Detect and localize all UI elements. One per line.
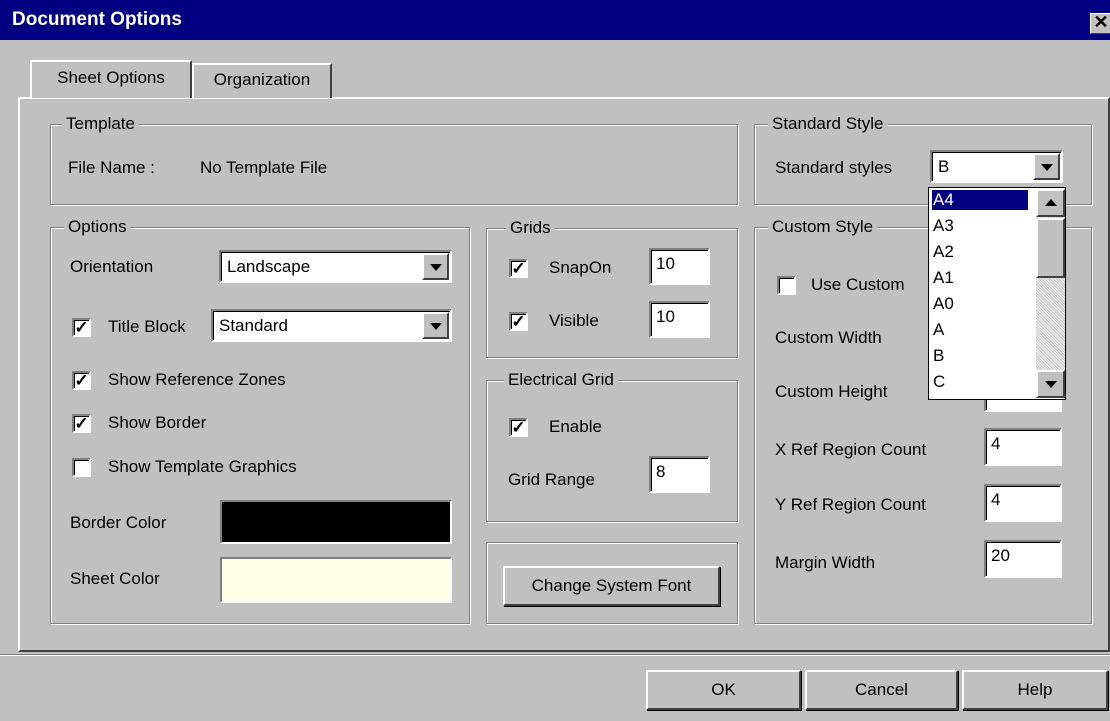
scroll-up-button[interactable] bbox=[1036, 189, 1065, 217]
border-color-swatch[interactable] bbox=[220, 500, 452, 544]
options-group-label: Options bbox=[64, 217, 131, 237]
check-icon: ✓ bbox=[511, 418, 526, 437]
enable-label: Enable bbox=[549, 417, 602, 436]
y-ref-region-count-label: Y Ref Region Count bbox=[775, 495, 926, 514]
enable-checkbox[interactable]: ✓ bbox=[509, 418, 528, 437]
orientation-value: Landscape bbox=[227, 257, 311, 276]
x-ref-region-count-label: X Ref Region Count bbox=[775, 440, 927, 459]
title-block-label: Title Block bbox=[108, 317, 186, 336]
standard-styles-dropdown-list[interactable]: A4 A3 A2 A1 A0 A B C bbox=[928, 187, 1066, 400]
tab-organization[interactable]: Organization bbox=[192, 63, 332, 98]
orientation-label: Orientation bbox=[70, 257, 154, 276]
sheet-color-label: Sheet Color bbox=[70, 569, 160, 588]
dropdown-item-a2[interactable]: A2 bbox=[932, 242, 1028, 262]
y-ref-region-count-input[interactable]: 4 bbox=[984, 484, 1062, 522]
dropdown-item-a4[interactable]: A4 bbox=[931, 189, 1029, 211]
show-border-label: Show Border bbox=[108, 413, 207, 432]
use-custom-label: Use Custom bbox=[811, 275, 905, 294]
custom-width-label: Custom Width bbox=[775, 328, 882, 347]
divider bbox=[0, 654, 1110, 656]
check-icon: ✓ bbox=[74, 371, 89, 390]
close-icon: ✕ bbox=[1093, 12, 1109, 32]
margin-width-input[interactable]: 20 bbox=[984, 540, 1062, 578]
custom-style-group-label: Custom Style bbox=[768, 217, 878, 237]
check-icon: ✓ bbox=[74, 414, 89, 433]
snapon-input[interactable]: 10 bbox=[649, 248, 710, 285]
orientation-select[interactable]: Landscape bbox=[219, 250, 452, 283]
show-reference-zones-checkbox[interactable]: ✓ bbox=[72, 371, 91, 390]
dropdown-item-b[interactable]: B bbox=[932, 346, 1028, 366]
snapon-checkbox[interactable]: ✓ bbox=[509, 259, 528, 278]
standard-style-group-label: Standard Style bbox=[768, 114, 888, 134]
check-icon: ✓ bbox=[511, 259, 526, 278]
visible-input[interactable]: 10 bbox=[649, 301, 710, 338]
dropdown-item-a0[interactable]: A0 bbox=[932, 294, 1028, 314]
x-ref-region-count-input[interactable]: 4 bbox=[984, 428, 1062, 466]
chevron-down-icon bbox=[1040, 163, 1053, 171]
custom-height-label: Custom Height bbox=[775, 382, 888, 401]
visible-label: Visible bbox=[549, 311, 599, 330]
scroll-thumb[interactable] bbox=[1036, 218, 1065, 278]
standard-styles-value: B bbox=[938, 157, 950, 176]
grid-range-input[interactable]: 8 bbox=[649, 456, 710, 493]
file-name-value: No Template File bbox=[200, 158, 328, 177]
close-button[interactable]: ✕ bbox=[1090, 13, 1110, 34]
template-group-label: Template bbox=[62, 114, 139, 134]
show-border-checkbox[interactable]: ✓ bbox=[72, 414, 91, 433]
margin-width-label: Margin Width bbox=[775, 553, 876, 572]
title-block-dropdown-button[interactable] bbox=[422, 312, 449, 339]
standard-styles-dropdown-button[interactable] bbox=[1033, 153, 1060, 180]
show-template-graphics-checkbox[interactable] bbox=[72, 458, 91, 477]
title-block-value: Standard bbox=[219, 316, 288, 335]
ok-button[interactable]: OK bbox=[646, 670, 801, 710]
sheet-color-swatch[interactable] bbox=[220, 557, 452, 603]
border-color-label: Border Color bbox=[70, 513, 167, 532]
show-reference-zones-label: Show Reference Zones bbox=[108, 370, 286, 389]
grids-group-label: Grids bbox=[506, 218, 555, 238]
standard-styles-label: Standard styles bbox=[775, 158, 893, 177]
cancel-button[interactable]: Cancel bbox=[805, 670, 958, 710]
snapon-label: SnapOn bbox=[549, 258, 612, 277]
dropdown-item-c[interactable]: C bbox=[932, 372, 1028, 398]
check-icon: ✓ bbox=[74, 318, 89, 337]
chevron-down-icon bbox=[429, 263, 442, 271]
scroll-down-button[interactable] bbox=[1036, 370, 1065, 398]
dropdown-item-a[interactable]: A bbox=[932, 320, 1028, 340]
help-button[interactable]: Help bbox=[962, 670, 1108, 710]
window-title: Document Options bbox=[12, 9, 182, 30]
file-name-label: File Name : bbox=[68, 158, 155, 177]
title-block-select[interactable]: Standard bbox=[211, 309, 452, 342]
change-system-font-button[interactable]: Change System Font bbox=[503, 566, 720, 606]
check-icon: ✓ bbox=[511, 312, 526, 331]
use-custom-checkbox[interactable] bbox=[777, 276, 796, 295]
tab-sheet-options[interactable]: Sheet Options bbox=[30, 60, 192, 98]
visible-checkbox[interactable]: ✓ bbox=[509, 312, 528, 331]
chevron-up-icon bbox=[1044, 199, 1057, 206]
chevron-down-icon bbox=[1044, 381, 1057, 388]
title-block-checkbox[interactable]: ✓ bbox=[72, 318, 91, 337]
grid-range-label: Grid Range bbox=[508, 470, 595, 489]
standard-styles-select[interactable]: B bbox=[930, 150, 1063, 183]
electrical-grid-group bbox=[486, 380, 738, 522]
dropdown-item-a1[interactable]: A1 bbox=[932, 268, 1028, 288]
electrical-grid-group-label: Electrical Grid bbox=[504, 370, 618, 390]
dropdown-item-a3[interactable]: A3 bbox=[932, 216, 1028, 236]
show-template-graphics-label: Show Template Graphics bbox=[108, 457, 297, 476]
chevron-down-icon bbox=[429, 322, 442, 330]
orientation-dropdown-button[interactable] bbox=[422, 253, 449, 280]
